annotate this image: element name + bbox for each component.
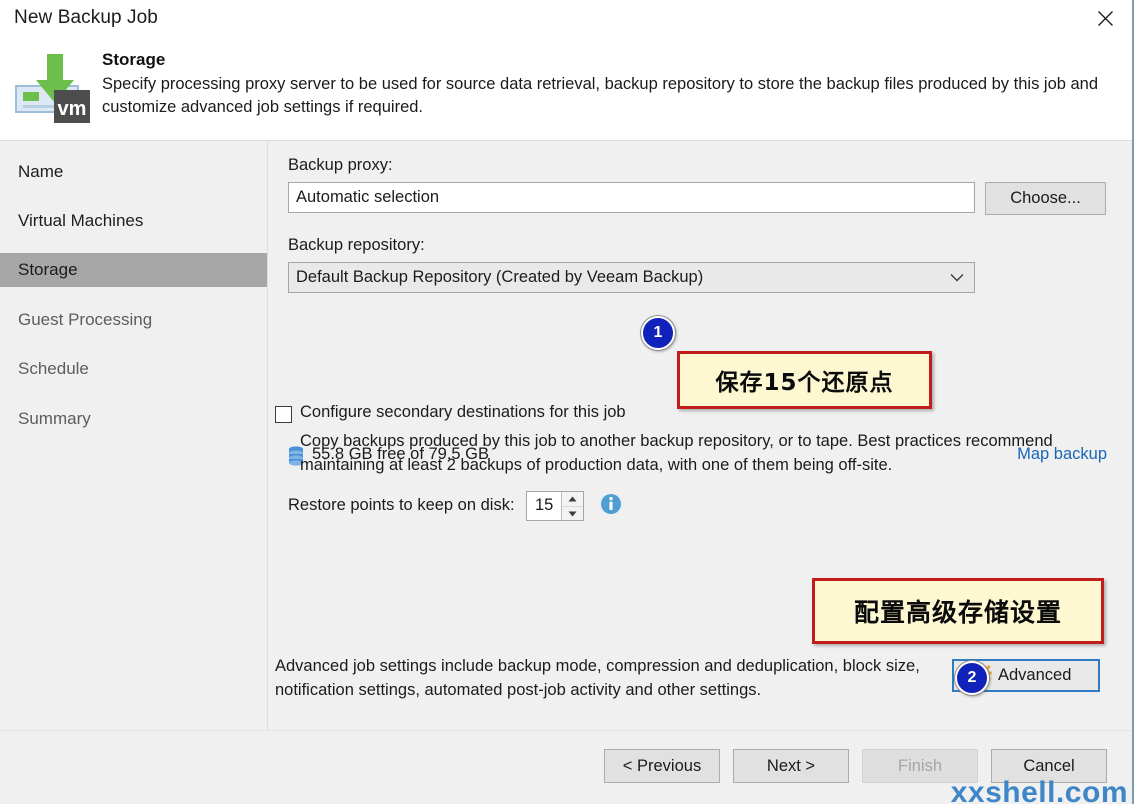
sidebar-item-schedule[interactable]: Schedule	[0, 352, 267, 386]
secondary-destinations-label: Configure secondary destinations for thi…	[300, 403, 626, 421]
close-icon	[1097, 10, 1114, 27]
spinner-down-icon[interactable]	[562, 506, 583, 521]
header-title: Storage	[102, 50, 166, 69]
backup-repository-select[interactable]: Default Backup Repository (Created by Ve…	[288, 262, 975, 293]
advanced-button-label: Advanced	[998, 666, 1072, 684]
advanced-settings-description: Advanced job settings include backup mod…	[275, 657, 920, 699]
stepper-buttons[interactable]	[561, 492, 583, 520]
backup-vm-icon: vm	[14, 48, 96, 130]
sidebar-item-name[interactable]: Name	[0, 155, 267, 189]
info-icon[interactable]	[600, 493, 622, 520]
secondary-destinations-description: Copy backups produced by this job to ano…	[300, 432, 1053, 474]
sidebar-item-label: Summary	[18, 409, 91, 428]
annotation-callout-1: 保存15个还原点	[677, 351, 932, 409]
restore-points-label: Restore points to keep on disk:	[288, 496, 515, 514]
backup-proxy-label: Backup proxy:	[288, 156, 393, 174]
sidebar-item-summary[interactable]: Summary	[0, 402, 267, 436]
backup-repository-label: Backup repository:	[288, 236, 425, 254]
chevron-down-icon	[950, 268, 964, 287]
sidebar-item-label: Virtual Machines	[18, 211, 144, 230]
close-button[interactable]	[1082, 0, 1128, 36]
svg-text:vm: vm	[58, 98, 87, 120]
secondary-destinations-checkbox[interactable]	[275, 406, 292, 423]
sidebar-item-label: Storage	[18, 260, 78, 279]
sidebar-item-guest-processing[interactable]: Guest Processing	[0, 303, 267, 337]
watermark: xxshell.com	[950, 776, 1128, 804]
backup-repository-value: Default Backup Repository (Created by Ve…	[296, 268, 704, 286]
header-description: Specify processing proxy server to be us…	[102, 75, 1099, 116]
dialog-header: vm Storage Specify processing proxy serv…	[0, 40, 1132, 140]
annotation-badge-1: 1	[641, 316, 675, 350]
previous-button[interactable]: < Previous	[604, 749, 720, 783]
restore-points-value: 15	[535, 496, 554, 514]
annotation-callout-1-text: 保存15个还原点	[715, 370, 894, 396]
sidebar-item-label: Guest Processing	[18, 310, 153, 329]
sidebar-item-label: Schedule	[18, 359, 89, 378]
wizard-steps-sidebar: Name Virtual Machines Storage Guest Proc…	[0, 141, 267, 730]
restore-points-stepper[interactable]: 15	[526, 491, 584, 521]
next-button[interactable]: Next >	[733, 749, 849, 783]
backup-proxy-input[interactable]: Automatic selection	[288, 182, 975, 213]
sidebar-item-label: Name	[18, 162, 64, 181]
new-backup-job-dialog: New Backup Job vm Storage Specify proces…	[0, 0, 1134, 804]
sidebar-item-storage[interactable]: Storage	[0, 253, 267, 287]
annotation-badge-2: 2	[955, 661, 989, 695]
window-title: New Backup Job	[14, 7, 158, 28]
spinner-up-icon[interactable]	[562, 492, 583, 506]
annotation-callout-2-text: 配置高级存储设置	[853, 598, 1062, 627]
title-bar: New Backup Job	[0, 0, 1132, 40]
annotation-callout-2: 配置高级存储设置	[812, 578, 1104, 644]
choose-proxy-button[interactable]: Choose...	[985, 182, 1106, 215]
sidebar-item-virtual-machines[interactable]: Virtual Machines	[0, 204, 267, 238]
